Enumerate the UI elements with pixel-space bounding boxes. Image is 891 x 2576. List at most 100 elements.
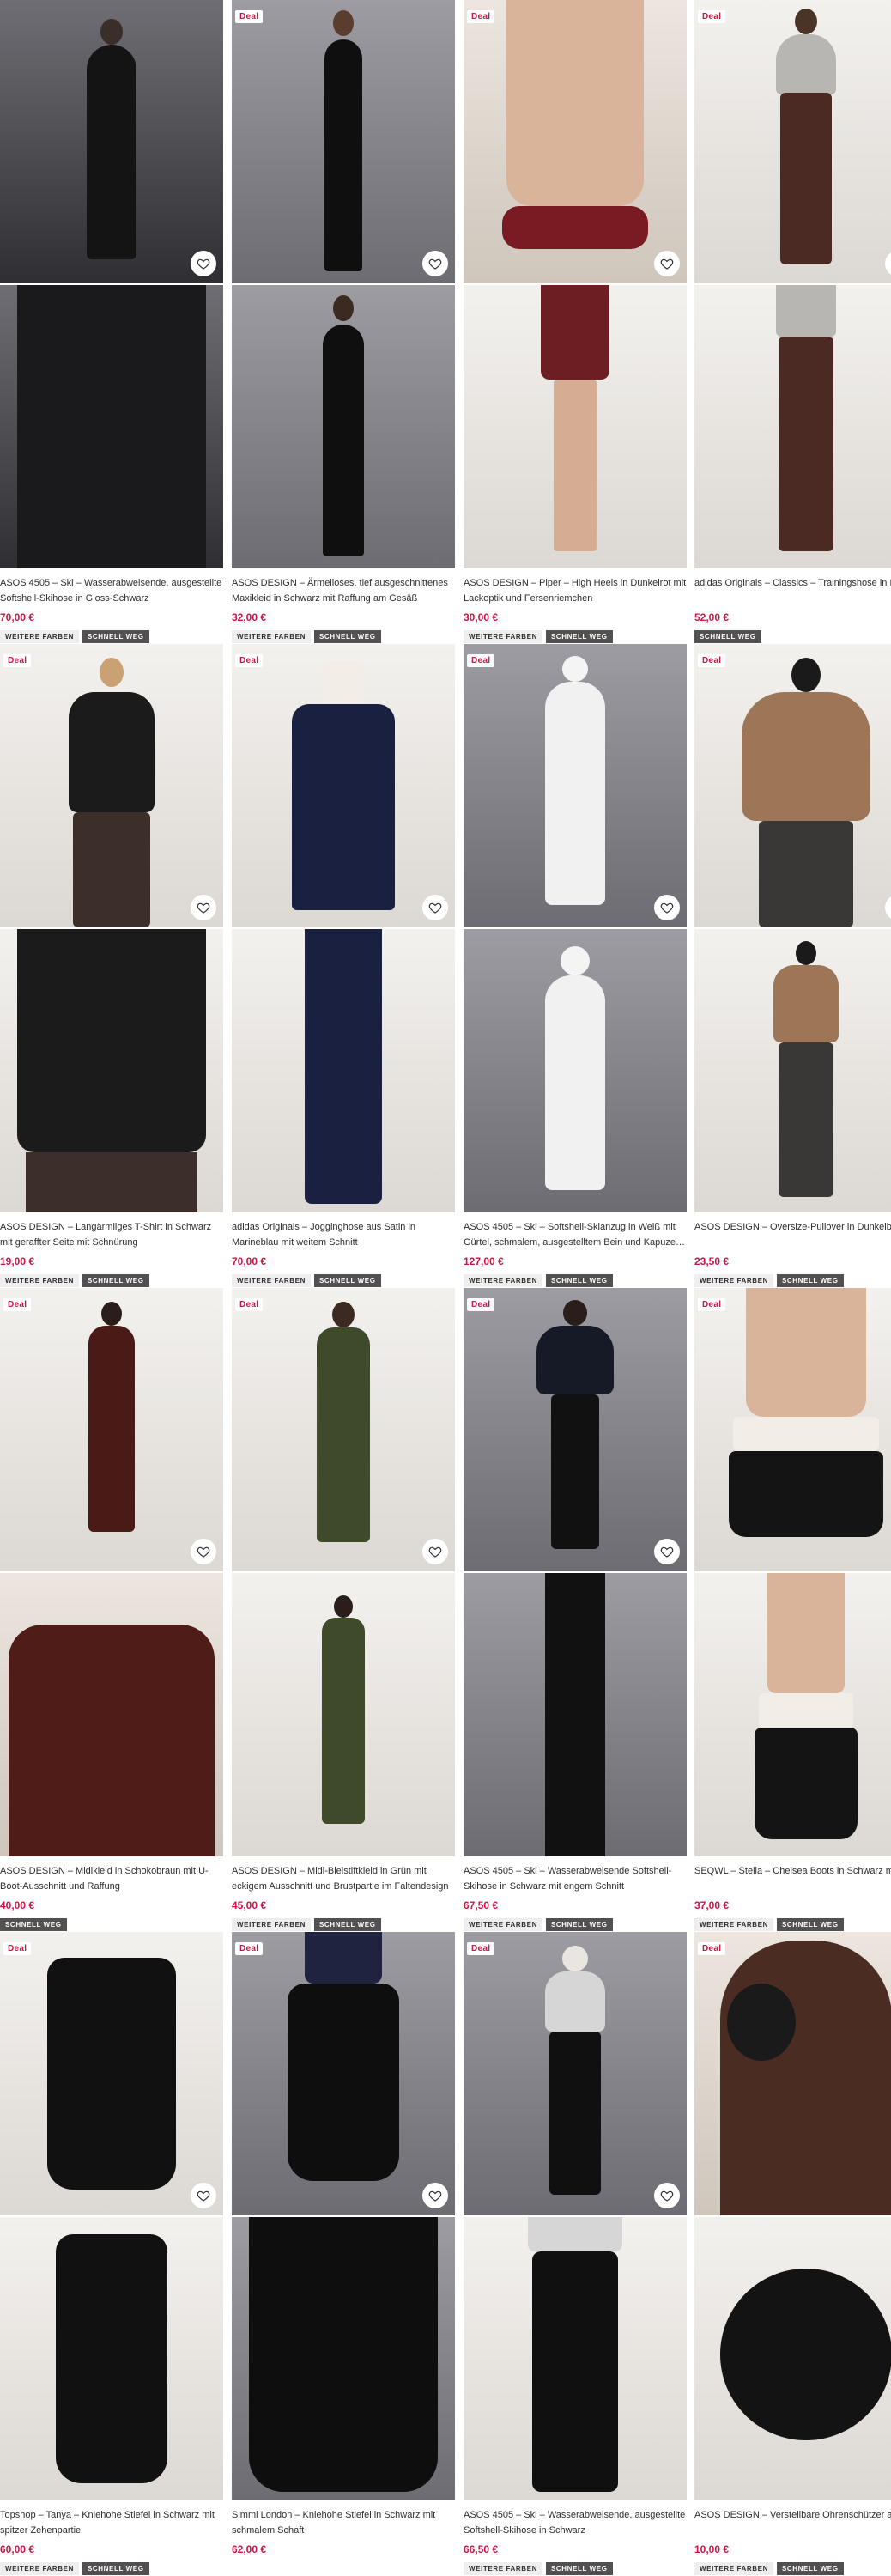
more-colors-badge: WEITERE FARBEN <box>464 2562 542 2575</box>
product-image-alt[interactable] <box>464 285 687 568</box>
product-price: 40,00 € <box>0 1899 35 1911</box>
wishlist-button[interactable] <box>191 895 216 920</box>
product-image-alt[interactable] <box>0 2217 223 2500</box>
wishlist-button[interactable] <box>885 251 891 276</box>
deal-badge: Deal <box>467 654 495 667</box>
product-title[interactable]: ASOS DESIGN – Midi-Bleistiftkleid in Grü… <box>232 1863 455 1894</box>
more-colors-badge: WEITERE FARBEN <box>232 1918 311 1931</box>
wishlist-button[interactable] <box>191 251 216 276</box>
product-image[interactable]: Deal <box>464 0 687 283</box>
product-card[interactable]: Deal ASOS DESIGN – Langärmliges T-Shirt … <box>0 644 223 1287</box>
product-image[interactable]: Deal <box>694 1288 891 1571</box>
sell-fast-badge: SCHNELL WEG <box>313 1918 381 1931</box>
deal-badge: Deal <box>235 1298 264 1311</box>
wishlist-button[interactable] <box>654 251 680 276</box>
sell-fast-badge: SCHNELL WEG <box>313 630 381 643</box>
product-title[interactable]: ASOS DESIGN – Ärmelloses, tief ausgeschn… <box>232 575 455 606</box>
product-card[interactable]: Deal ASOS 4505 – Ski – Wasserabweisende,… <box>464 1932 687 2575</box>
product-image-alt[interactable] <box>464 929 687 1212</box>
deal-badge: Deal <box>467 1942 495 1955</box>
wishlist-button[interactable] <box>422 1539 448 1564</box>
product-price: 66,50 € <box>464 2543 499 2555</box>
product-card[interactable]: Deal Simmi London – Kniehohe Stiefel in … <box>232 1932 455 2555</box>
wishlist-button[interactable] <box>191 1539 216 1564</box>
product-image[interactable]: Deal <box>464 1288 687 1571</box>
wishlist-button[interactable] <box>654 1539 680 1564</box>
product-image-alt[interactable] <box>0 1573 223 1856</box>
product-image-alt[interactable] <box>694 1573 891 1856</box>
heart-icon <box>197 902 210 914</box>
product-card[interactable]: Deal ASOS DESIGN – Verstellbare Ohrensch… <box>694 1932 891 2575</box>
product-image[interactable]: Deal <box>232 0 455 283</box>
product-card[interactable]: Deal ASOS DESIGN – Midi-Bleistiftkleid i… <box>232 1288 455 1931</box>
product-price: 37,00 € <box>694 1899 730 1911</box>
product-title[interactable]: ASOS 4505 – Ski – Wasserabweisende, ausg… <box>0 575 223 606</box>
product-image[interactable]: Deal <box>464 644 687 927</box>
product-image-alt[interactable] <box>0 285 223 568</box>
product-title[interactable]: ASOS 4505 – Ski – Wasserabweisende Softs… <box>464 1863 687 1894</box>
product-title[interactable]: ASOS DESIGN – Oversize-Pullover in Dunke… <box>694 1219 891 1250</box>
product-price: 127,00 € <box>464 1255 504 1267</box>
heart-icon <box>428 2190 442 2202</box>
product-title[interactable]: ASOS DESIGN – Verstellbare Ohrenschützer… <box>694 2507 891 2538</box>
more-colors-badge: WEITERE FARBEN <box>464 1274 542 1287</box>
wishlist-button[interactable] <box>191 2183 216 2208</box>
wishlist-button[interactable] <box>422 2183 448 2208</box>
product-card[interactable]: Deal adidas Originals – Classics – Train… <box>694 0 891 643</box>
product-image[interactable]: Deal <box>232 644 455 927</box>
product-image[interactable]: Deal <box>232 1932 455 2215</box>
product-card[interactable]: Deal ASOS DESIGN – Piper – High Heels in… <box>464 0 687 643</box>
product-title[interactable]: ASOS DESIGN – Midikleid in Schokobraun m… <box>0 1863 223 1894</box>
product-image-alt[interactable] <box>694 2217 891 2500</box>
product-card[interactable]: Deal adidas Originals – Jogginghose aus … <box>232 644 455 1287</box>
product-image-alt[interactable] <box>464 1573 687 1856</box>
product-image[interactable]: Deal <box>0 644 223 927</box>
more-colors-badge: WEITERE FARBEN <box>464 1918 542 1931</box>
wishlist-button[interactable] <box>654 895 680 920</box>
product-title[interactable]: ASOS DESIGN – Piper – High Heels in Dunk… <box>464 575 687 606</box>
product-image[interactable] <box>0 0 223 283</box>
product-image-alt[interactable] <box>694 285 891 568</box>
more-colors-badge: WEITERE FARBEN <box>0 1274 79 1287</box>
product-image-alt[interactable] <box>232 929 455 1212</box>
product-image[interactable]: Deal <box>232 1288 455 1571</box>
product-image-alt[interactable] <box>464 2217 687 2500</box>
heart-icon <box>197 1546 210 1558</box>
product-card[interactable]: Deal ASOS DESIGN – Ärmelloses, tief ausg… <box>232 0 455 643</box>
product-image[interactable]: Deal <box>694 644 891 927</box>
product-title[interactable]: ASOS 4505 – Ski – Wasserabweisende, ausg… <box>464 2507 687 2538</box>
product-card[interactable]: ASOS 4505 – Ski – Wasserabweisende, ausg… <box>0 0 223 643</box>
product-card[interactable]: Deal ASOS 4505 – Ski – Softshell-Skianzu… <box>464 644 687 1287</box>
product-title[interactable]: ASOS 4505 – Ski – Softshell-Skianzug in … <box>464 1219 687 1250</box>
more-colors-badge: WEITERE FARBEN <box>694 2562 773 2575</box>
product-image-alt[interactable] <box>0 929 223 1212</box>
product-card[interactable]: Deal ASOS 4505 – Ski – Wasserabweisende … <box>464 1288 687 1931</box>
product-image[interactable]: Deal <box>694 1932 891 2215</box>
product-title[interactable]: adidas Originals – Jogginghose aus Satin… <box>232 1219 455 1250</box>
product-image-alt[interactable] <box>232 1573 455 1856</box>
product-image[interactable]: Deal <box>0 1932 223 2215</box>
product-image[interactable]: Deal <box>694 0 891 283</box>
product-image-alt[interactable] <box>232 285 455 568</box>
product-title[interactable]: adidas Originals – Classics – Trainingsh… <box>694 575 891 606</box>
heart-icon <box>428 258 442 270</box>
wishlist-button[interactable] <box>885 895 891 920</box>
product-title[interactable]: ASOS DESIGN – Langärmliges T-Shirt in Sc… <box>0 1219 223 1250</box>
more-colors-badge: WEITERE FARBEN <box>464 630 542 643</box>
product-image-alt[interactable] <box>694 929 891 1212</box>
deal-badge: Deal <box>3 654 32 667</box>
product-card[interactable]: Deal Topshop – Tanya – Kniehohe Stiefel … <box>0 1932 223 2575</box>
product-image[interactable]: Deal <box>0 1288 223 1571</box>
product-title[interactable]: SEQWL – Stella – Chelsea Boots in Schwar… <box>694 1863 891 1894</box>
wishlist-button[interactable] <box>422 251 448 276</box>
product-price: 62,00 € <box>232 2543 267 2555</box>
product-card[interactable]: Deal ASOS DESIGN – Midikleid in Schokobr… <box>0 1288 223 1931</box>
product-card[interactable]: Deal ASOS DESIGN – Oversize-Pullover in … <box>694 644 891 1287</box>
product-title[interactable]: Simmi London – Kniehohe Stiefel in Schwa… <box>232 2507 455 2538</box>
product-title[interactable]: Topshop – Tanya – Kniehohe Stiefel in Sc… <box>0 2507 223 2538</box>
product-image-alt[interactable] <box>232 2217 455 2500</box>
wishlist-button[interactable] <box>422 895 448 920</box>
product-image[interactable]: Deal <box>464 1932 687 2215</box>
wishlist-button[interactable] <box>654 2183 680 2208</box>
product-card[interactable]: Deal SEQWL – Stella – Chelsea Boots in S… <box>694 1288 891 1931</box>
